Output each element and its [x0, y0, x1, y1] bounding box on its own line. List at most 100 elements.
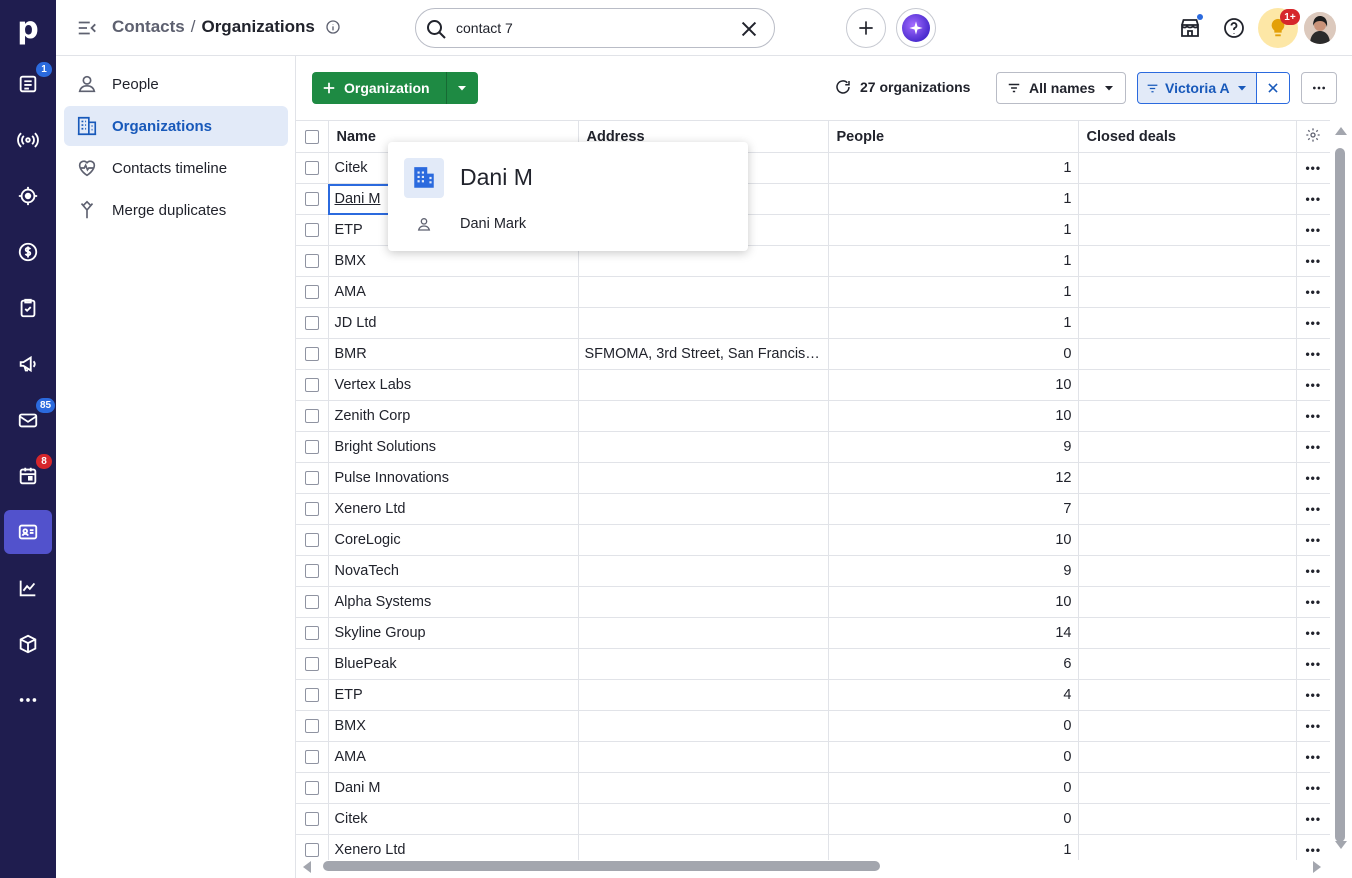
table-row[interactable]: Pulse Innovations 12 •••: [296, 462, 1330, 494]
sidebar-item-merge-duplicates[interactable]: Merge duplicates: [64, 190, 288, 230]
row-more-icon[interactable]: •••: [1305, 626, 1321, 640]
cell-address[interactable]: [578, 524, 829, 556]
rail-contacts-button[interactable]: [4, 510, 52, 554]
cell-address[interactable]: [578, 803, 829, 835]
row-checkbox[interactable]: [305, 843, 319, 857]
cell-people[interactable]: 10: [828, 586, 1079, 618]
organization-name-link[interactable]: BMR: [335, 346, 367, 362]
cell-people[interactable]: 10: [828, 524, 1079, 556]
cell-closed-deals[interactable]: [1078, 400, 1297, 432]
scroll-up-icon[interactable]: [1334, 126, 1348, 136]
info-icon[interactable]: [325, 19, 341, 35]
table-row[interactable]: BMR SFMOMA, 3rd Street, San Francis… 0 •••: [296, 338, 1330, 370]
table-row[interactable]: AMA 0 •••: [296, 741, 1330, 773]
row-more-icon[interactable]: •••: [1305, 285, 1321, 299]
cell-name[interactable]: ETP: [328, 679, 579, 711]
organization-name-link[interactable]: Alpha Systems: [335, 594, 432, 610]
row-checkbox[interactable]: [305, 657, 319, 671]
cell-closed-deals[interactable]: [1078, 493, 1297, 525]
table-row[interactable]: CoreLogic 10 •••: [296, 524, 1330, 556]
cell-name[interactable]: Zenith Corp: [328, 400, 579, 432]
organization-name-link[interactable]: Zenith Corp: [335, 408, 411, 424]
organization-name-link[interactable]: Bright Solutions: [335, 439, 437, 455]
row-more-icon[interactable]: •••: [1305, 161, 1321, 175]
cell-address[interactable]: [578, 369, 829, 401]
row-checkbox[interactable]: [305, 502, 319, 516]
cell-people[interactable]: 6: [828, 648, 1079, 680]
organization-name-link[interactable]: Vertex Labs: [335, 377, 412, 393]
refresh-icon[interactable]: [834, 78, 852, 96]
cell-people[interactable]: 9: [828, 431, 1079, 463]
cell-address[interactable]: SFMOMA, 3rd Street, San Francis…: [578, 338, 829, 370]
row-more-icon[interactable]: •••: [1305, 316, 1321, 330]
cell-closed-deals[interactable]: [1078, 245, 1297, 277]
organization-name-link[interactable]: Citek: [335, 160, 368, 176]
cell-name[interactable]: Vertex Labs: [328, 369, 579, 401]
cell-closed-deals[interactable]: [1078, 307, 1297, 339]
scroll-right-icon[interactable]: [1312, 860, 1322, 874]
table-row[interactable]: JD Ltd 1 •••: [296, 307, 1330, 339]
organization-name-link[interactable]: CoreLogic: [335, 532, 401, 548]
cell-address[interactable]: [578, 400, 829, 432]
name-filter-dropdown[interactable]: All names: [996, 72, 1127, 104]
rail-money-button[interactable]: [4, 230, 52, 274]
row-checkbox[interactable]: [305, 533, 319, 547]
cell-address[interactable]: [578, 493, 829, 525]
row-checkbox[interactable]: [305, 409, 319, 423]
quick-add-button[interactable]: [846, 8, 886, 48]
row-more-icon[interactable]: •••: [1305, 223, 1321, 237]
cell-people[interactable]: 0: [828, 338, 1079, 370]
organization-name-link[interactable]: BMX: [335, 253, 366, 269]
rail-leads-button[interactable]: 1: [4, 62, 52, 106]
organization-name-link[interactable]: ETP: [335, 687, 363, 703]
cell-people[interactable]: 10: [828, 369, 1079, 401]
cell-people[interactable]: 7: [828, 493, 1079, 525]
table-row[interactable]: Citek 0 •••: [296, 803, 1330, 835]
cell-people[interactable]: 0: [828, 803, 1079, 835]
row-more-icon[interactable]: •••: [1305, 533, 1321, 547]
cell-name[interactable]: JD Ltd: [328, 307, 579, 339]
row-checkbox[interactable]: [305, 378, 319, 392]
vertical-scrollbar[interactable]: [1330, 120, 1352, 860]
cell-people[interactable]: 0: [828, 741, 1079, 773]
rail-products-button[interactable]: [4, 622, 52, 666]
organization-name-link[interactable]: JD Ltd: [335, 315, 377, 331]
table-row[interactable]: Alpha Systems 10 •••: [296, 586, 1330, 618]
cell-name[interactable]: Alpha Systems: [328, 586, 579, 618]
cell-closed-deals[interactable]: [1078, 214, 1297, 246]
table-row[interactable]: AMA 1 •••: [296, 276, 1330, 308]
table-row[interactable]: NovaTech 9 •••: [296, 555, 1330, 587]
row-checkbox[interactable]: [305, 161, 319, 175]
cell-name[interactable]: Citek: [328, 803, 579, 835]
row-checkbox[interactable]: [305, 192, 319, 206]
cell-name[interactable]: Xenero Ltd: [328, 493, 579, 525]
cell-closed-deals[interactable]: [1078, 276, 1297, 308]
cell-closed-deals[interactable]: [1078, 586, 1297, 618]
rail-deals-button[interactable]: [4, 118, 52, 162]
row-checkbox[interactable]: [305, 254, 319, 268]
row-checkbox[interactable]: [305, 564, 319, 578]
scroll-down-icon[interactable]: [1334, 840, 1348, 850]
row-checkbox[interactable]: [305, 688, 319, 702]
organization-name-link[interactable]: NovaTech: [335, 563, 399, 579]
cell-closed-deals[interactable]: [1078, 803, 1297, 835]
organization-name-link[interactable]: Dani M: [335, 191, 381, 207]
table-row[interactable]: BMX 0 •••: [296, 710, 1330, 742]
row-more-icon[interactable]: •••: [1305, 502, 1321, 516]
clear-owner-filter-button[interactable]: [1256, 73, 1289, 103]
row-more-icon[interactable]: •••: [1305, 688, 1321, 702]
row-more-icon[interactable]: •••: [1305, 843, 1321, 857]
cell-closed-deals[interactable]: [1078, 555, 1297, 587]
cell-address[interactable]: [578, 462, 829, 494]
column-header-people[interactable]: People: [828, 120, 1079, 153]
cell-closed-deals[interactable]: [1078, 524, 1297, 556]
more-actions-button[interactable]: [1301, 72, 1337, 104]
cell-people[interactable]: 1: [828, 276, 1079, 308]
cell-name[interactable]: Pulse Innovations: [328, 462, 579, 494]
cell-closed-deals[interactable]: [1078, 369, 1297, 401]
cell-people[interactable]: 1: [828, 214, 1079, 246]
rail-campaigns-button[interactable]: [4, 342, 52, 386]
cell-closed-deals[interactable]: [1078, 772, 1297, 804]
row-more-icon[interactable]: •••: [1305, 347, 1321, 361]
sidebar-item-people[interactable]: People: [64, 64, 288, 104]
